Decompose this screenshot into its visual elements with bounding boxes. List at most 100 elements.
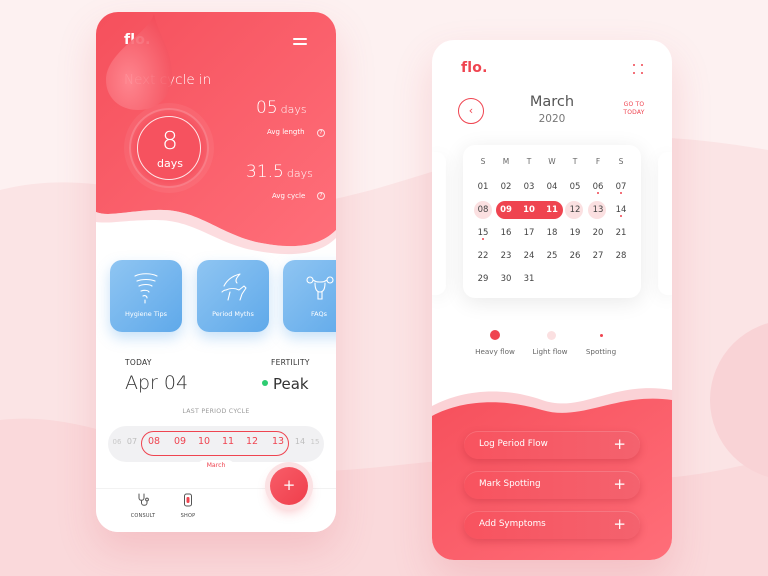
next-month-card[interactable] <box>658 152 672 295</box>
calendar-day[interactable]: 29 <box>474 274 492 284</box>
countdown-ring: 8 days <box>129 108 209 188</box>
calendar-day[interactable]: 18 <box>543 228 561 238</box>
calendar-day[interactable]: 09 <box>497 205 515 215</box>
plus-icon: + <box>613 515 626 533</box>
today-label: TODAY <box>125 358 152 367</box>
calendar-day[interactable]: 26 <box>566 251 584 261</box>
calendar-day[interactable]: 02 <box>497 182 515 192</box>
spotting-legend-label: Spotting <box>585 347 617 356</box>
cycle-day[interactable]: 15 <box>306 438 324 446</box>
avg-cycle-help-icon[interactable]: ? <box>317 192 325 200</box>
plus-icon: + <box>613 475 626 493</box>
action-label: Mark Spotting <box>479 479 541 489</box>
calendar-day[interactable]: 27 <box>589 251 607 261</box>
mark-spotting-button[interactable]: Mark Spotting + <box>464 471 640 499</box>
action-label: Log Period Flow <box>479 439 548 449</box>
calendar-day[interactable]: 31 <box>520 274 538 284</box>
calendar-day[interactable]: 05 <box>566 182 584 192</box>
app-logo: flo. <box>461 60 488 76</box>
calendar-day[interactable]: 03 <box>520 182 538 192</box>
weekday-label: T <box>572 157 578 166</box>
fertility-dot-icon <box>262 379 268 386</box>
stethoscope-icon <box>138 493 149 506</box>
calendar-day[interactable]: 25 <box>543 251 561 261</box>
calendar-day[interactable]: 16 <box>497 228 515 238</box>
cycle-day[interactable]: 11 <box>219 436 237 447</box>
card-label: FAQs <box>311 310 327 318</box>
calendar-day[interactable]: 13 <box>589 205 607 215</box>
fertility-status: Peak <box>262 375 309 393</box>
card-label: Hygiene Tips <box>125 310 167 318</box>
cycle-day[interactable]: 10 <box>195 436 213 447</box>
weekday-label: W <box>548 157 556 166</box>
weekday-label: T <box>526 157 532 166</box>
uterus-icon <box>306 276 334 300</box>
cycle-day[interactable]: 13 <box>269 436 287 447</box>
hygiene-tips-card[interactable]: Hygiene Tips <box>110 260 182 332</box>
calendar-day[interactable]: 12 <box>566 205 584 215</box>
light-flow-legend-dot <box>547 331 556 340</box>
add-button[interactable]: + <box>270 467 308 505</box>
calendar-day[interactable]: 01 <box>474 182 492 192</box>
calendar-day[interactable]: 28 <box>612 251 630 261</box>
weekday-label: S <box>618 157 624 166</box>
avg-length-value: 05 days <box>256 98 307 118</box>
heavy-flow-legend-dot <box>490 330 500 340</box>
consult-tab[interactable]: CONSULT <box>128 492 158 519</box>
calendar-day[interactable]: 11 <box>543 205 561 215</box>
countdown-value: 8 <box>162 126 178 155</box>
shop-tab[interactable]: SHOP <box>174 492 202 519</box>
grid-menu-icon[interactable] <box>633 64 643 74</box>
calendar-day[interactable]: 15 <box>474 228 492 238</box>
pegasus-icon <box>221 273 247 301</box>
cycle-day[interactable]: 08 <box>145 436 163 447</box>
cycle-month-label: March <box>198 460 234 472</box>
period-range-highlight <box>141 431 289 456</box>
action-label: Add Symptoms <box>479 519 546 529</box>
calendar-day[interactable]: 22 <box>474 251 492 261</box>
previous-month-card[interactable] <box>432 152 446 295</box>
period-myths-card[interactable]: Period Myths <box>197 260 269 332</box>
cycle-day[interactable]: 09 <box>171 436 189 447</box>
pad-icon <box>184 493 192 507</box>
tornado-icon <box>134 273 158 304</box>
calendar-day[interactable]: 19 <box>566 228 584 238</box>
calendar-day[interactable]: 08 <box>474 205 492 215</box>
calendar-day[interactable]: 17 <box>520 228 538 238</box>
today-date: Apr 04 <box>125 372 189 394</box>
last-period-cycle-label: LAST PERIOD CYCLE <box>182 408 250 415</box>
calendar-day[interactable]: 06 <box>589 182 607 192</box>
weekday-label: F <box>595 157 601 166</box>
countdown-unit: days <box>157 157 183 170</box>
calendar-day[interactable]: 10 <box>520 205 538 215</box>
calendar-day[interactable]: 20 <box>589 228 607 238</box>
info-cards: Hygiene Tips Period Myths FAQs <box>110 260 336 332</box>
shop-tab-label: SHOP <box>180 513 196 519</box>
go-to-today-button[interactable]: GO TO TODAY <box>619 101 649 117</box>
cycle-day[interactable]: 07 <box>123 437 141 446</box>
log-period-flow-button[interactable]: Log Period Flow + <box>464 431 640 459</box>
add-symptoms-button[interactable]: Add Symptoms + <box>464 511 640 539</box>
blood-drop-icon <box>106 14 172 110</box>
avg-length-help-icon[interactable]: ? <box>317 129 325 137</box>
consult-tab-label: CONSULT <box>130 513 156 519</box>
weekday-label: M <box>502 157 510 166</box>
calendar-day[interactable]: 07 <box>612 182 630 192</box>
weekday-label: S <box>480 157 486 166</box>
cycle-day[interactable]: 12 <box>243 436 261 447</box>
card-label: Period Myths <box>212 310 254 318</box>
calendar-screen: flo. ‹ March 2020 GO TO TODAY S M T W T … <box>432 40 672 560</box>
calendar-day[interactable]: 30 <box>497 274 515 284</box>
calendar-day[interactable]: 21 <box>612 228 630 238</box>
fertility-label: FERTILITY <box>271 358 310 367</box>
hamburger-menu-icon[interactable] <box>293 38 307 46</box>
heavy-flow-legend-label: Heavy flow <box>475 347 515 356</box>
plus-icon: + <box>613 435 626 453</box>
avg-length-label: Avg length <box>267 128 305 136</box>
cycle-hero: flo. Next cycle in 8 days 05days Avg len… <box>96 12 336 272</box>
calendar-day[interactable]: 04 <box>543 182 561 192</box>
calendar-day[interactable]: 24 <box>520 251 538 261</box>
faqs-card[interactable]: FAQs <box>283 260 336 332</box>
calendar-day[interactable]: 14 <box>612 205 630 215</box>
calendar-day[interactable]: 23 <box>497 251 515 261</box>
